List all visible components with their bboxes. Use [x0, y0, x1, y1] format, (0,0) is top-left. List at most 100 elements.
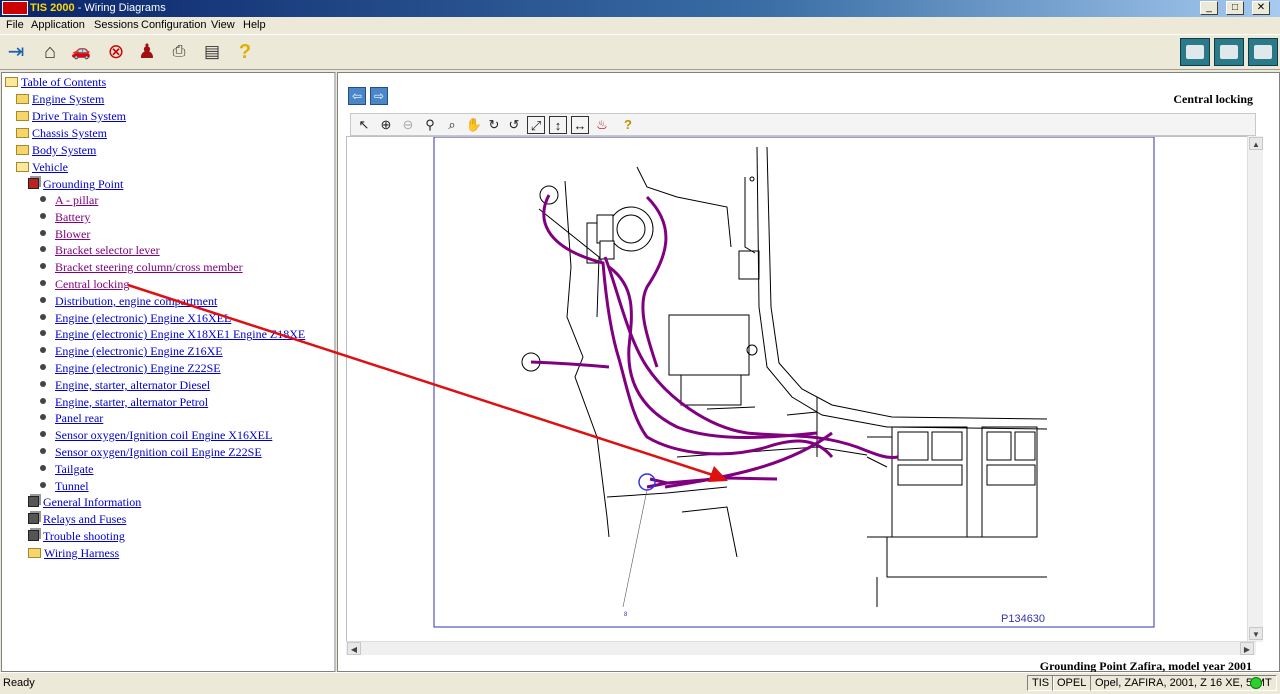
user-icon[interactable]: ♟: [134, 39, 160, 65]
folder-icon: [16, 111, 29, 121]
bullet-icon: [40, 448, 46, 454]
tree-drive-train-system[interactable]: Drive Train System: [16, 109, 126, 125]
zoom-in-icon[interactable]: ⊕: [377, 116, 395, 134]
menu-view[interactable]: View: [211, 19, 235, 31]
close-button[interactable]: ✕: [1252, 1, 1270, 15]
tree-wiring-harness[interactable]: Wiring Harness: [28, 546, 119, 562]
tree-grounding-point[interactable]: Grounding Point: [28, 177, 123, 193]
book-icon: [28, 530, 39, 541]
app-name: TIS 2000: [30, 2, 75, 14]
sps-icon[interactable]: [1180, 38, 1210, 66]
tree-item-label: Battery: [55, 209, 91, 224]
diagnosis-icon[interactable]: [1248, 38, 1278, 66]
fit-all-icon[interactable]: ⤢: [527, 116, 545, 134]
zoom-fit-icon[interactable]: ⚲: [421, 116, 439, 134]
bullet-icon: [40, 313, 46, 320]
tree-grounding-item[interactable]: Battery: [40, 210, 90, 226]
forward-button[interactable]: ⇨: [370, 87, 388, 105]
tree-grounding-item[interactable]: A - pillar: [40, 193, 98, 209]
bullet-icon: [40, 481, 46, 488]
help-icon[interactable]: ?: [232, 39, 258, 65]
bullet-icon: [40, 229, 46, 236]
tree-vehicle[interactable]: Vehicle: [16, 160, 68, 176]
fit-width-icon[interactable]: ↔: [571, 116, 589, 134]
tree-grounding-item[interactable]: Tunnel: [40, 479, 89, 495]
tree-item-label: Engine, starter, alternator Petrol: [55, 394, 209, 409]
folder-icon: [16, 94, 29, 104]
menu-configuration[interactable]: Configuration: [141, 19, 206, 31]
tree-root[interactable]: Table of Contents: [5, 75, 106, 91]
tree-trouble-shooting[interactable]: Trouble shooting: [28, 529, 125, 545]
tree-grounding-item[interactable]: Bracket steering column/cross member: [40, 260, 243, 276]
tree-grounding-item[interactable]: Distribution, engine compartment: [40, 294, 217, 310]
notes-icon[interactable]: ▤: [199, 39, 225, 65]
menu-file[interactable]: File: [6, 19, 24, 31]
tree-grounding-item[interactable]: Panel rear: [40, 411, 103, 427]
tree-grounding-item[interactable]: Engine, starter, alternator Petrol: [40, 395, 208, 411]
bullet-icon: [40, 380, 46, 387]
vehicle-icon[interactable]: 🚗: [68, 39, 94, 65]
vertical-scrollbar[interactable]: ▲ ▼: [1247, 136, 1263, 642]
rotate-right-icon[interactable]: ↻: [485, 116, 503, 134]
folder-icon: [28, 548, 41, 558]
diagram-pane: ⇦ ⇨ Central locking ↖ ⊕ ⊖ ⚲ ⌕ ✋ ↻ ↺ ⤢ ↕ …: [337, 72, 1280, 673]
tree-item-label: Bracket selector lever: [55, 243, 160, 258]
viewer-help-icon[interactable]: ?: [619, 116, 637, 134]
book-icon: [28, 496, 39, 507]
tree-grounding-item[interactable]: Bracket selector lever: [40, 243, 160, 259]
title-bar: TIS 2000 - Wiring Diagrams _ □ ✕: [0, 0, 1280, 17]
tech2-icon[interactable]: [1214, 38, 1244, 66]
rotate-left-icon[interactable]: ↺: [505, 116, 523, 134]
folder-open-icon: [5, 77, 18, 87]
diagram-viewer[interactable]: 8 P134630: [346, 136, 1256, 642]
tree-item-label: Engine (electronic) Engine Z16XE: [55, 344, 223, 359]
zoom-out-icon[interactable]: ⊖: [399, 116, 417, 134]
tree-grounding-item[interactable]: Central locking: [40, 277, 129, 293]
bullet-icon: [40, 296, 46, 303]
folder-icon: [16, 145, 29, 155]
fit-height-icon[interactable]: ↕: [549, 116, 567, 134]
home-icon[interactable]: ⌂: [37, 39, 63, 65]
tree-relays-and-fuses[interactable]: Relays and Fuses: [28, 512, 126, 528]
select-icon[interactable]: ↖: [355, 116, 373, 134]
print-icon[interactable]: ⎙: [166, 39, 192, 65]
main-toolbar: ⇥ ⌂ 🚗 ⊗ ♟ ⎙ ▤ ?: [0, 34, 1280, 70]
exit-icon[interactable]: ⇥: [3, 39, 29, 65]
tree-general-information[interactable]: General Information: [28, 495, 141, 511]
window-title-text: Wiring Diagrams: [84, 2, 166, 14]
tree-grounding-item[interactable]: Engine (electronic) Engine Z16XE: [40, 344, 223, 360]
bullet-icon: [40, 431, 46, 438]
scroll-left-icon[interactable]: ◀: [347, 642, 361, 655]
tree-engine-system[interactable]: Engine System: [16, 92, 104, 108]
scroll-right-icon[interactable]: ▶: [1240, 642, 1254, 655]
menu-sessions[interactable]: Sessions: [94, 19, 139, 31]
tree-body-system[interactable]: Body System: [16, 143, 96, 159]
tree-grounding-item[interactable]: Tailgate: [40, 462, 93, 478]
folder-open-icon: [16, 162, 29, 172]
status-panel-system: TIS: [1027, 675, 1055, 691]
scroll-up-icon[interactable]: ▲: [1249, 137, 1263, 150]
zoom-window-icon[interactable]: ⌕: [443, 116, 461, 134]
scroll-down-icon[interactable]: ▼: [1249, 627, 1263, 640]
highlight-icon[interactable]: ♨: [593, 116, 611, 134]
tree-item-label: Central locking: [55, 277, 130, 291]
horizontal-scrollbar[interactable]: ◀ ▶: [346, 641, 1256, 655]
tree-grounding-item[interactable]: Engine (electronic) Engine Z22SE: [40, 361, 221, 377]
minimize-button[interactable]: _: [1200, 1, 1218, 15]
tree-grounding-item[interactable]: Engine, starter, alternator Diesel: [40, 378, 210, 394]
tree-item-label: Engine, starter, alternator Diesel: [55, 377, 211, 392]
status-panel-brand: OPEL: [1052, 675, 1092, 691]
menu-application[interactable]: Application: [31, 19, 85, 31]
maximize-button[interactable]: □: [1226, 1, 1244, 15]
tree-grounding-item[interactable]: Sensor oxygen/Ignition coil Engine X16XE…: [40, 428, 272, 444]
pan-icon[interactable]: ✋: [465, 116, 483, 134]
tree-grounding-item[interactable]: Engine (electronic) Engine X16XEL: [40, 311, 231, 327]
tree-grounding-item[interactable]: Engine (electronic) Engine X18XE1 Engine…: [40, 327, 305, 343]
tree-chassis-system[interactable]: Chassis System: [16, 126, 107, 142]
book-icon: [28, 513, 39, 524]
menu-help[interactable]: Help: [243, 19, 266, 31]
cancel-icon[interactable]: ⊗: [103, 39, 129, 65]
tree-grounding-item[interactable]: Blower: [40, 227, 90, 243]
tree-grounding-item[interactable]: Sensor oxygen/Ignition coil Engine Z22SE: [40, 445, 262, 461]
back-button[interactable]: ⇦: [348, 87, 366, 105]
